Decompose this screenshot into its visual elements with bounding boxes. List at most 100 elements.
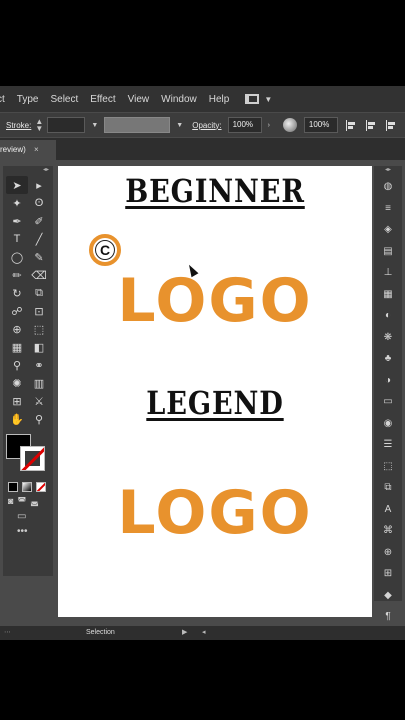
rotate-tool-icon[interactable]: ↻ bbox=[6, 284, 28, 302]
pen-tool-icon[interactable]: ✒ bbox=[6, 212, 28, 230]
appearance-panel-icon[interactable]: ◍ bbox=[374, 176, 402, 198]
perspective-grid-tool-icon[interactable]: ▦ bbox=[6, 338, 28, 356]
stroke-panel-icon[interactable]: ☰ bbox=[374, 434, 402, 456]
document-tab[interactable]: review) × bbox=[0, 140, 56, 160]
align-panel-icon[interactable]: ⊥ bbox=[374, 262, 402, 284]
opacity-chevron-right-icon[interactable]: › bbox=[268, 122, 270, 129]
menu-select[interactable]: Select bbox=[44, 94, 84, 105]
menu-window[interactable]: Window bbox=[155, 94, 203, 105]
draw-behind-icon[interactable]: ◚ bbox=[17, 496, 26, 507]
links-panel-icon[interactable]: ⊞ bbox=[374, 563, 402, 585]
artboard[interactable]: BEGINNER C LOGO LEGEND LOGO bbox=[58, 166, 372, 617]
menu-object[interactable]: ct bbox=[0, 94, 11, 105]
lasso-tool-icon[interactable]: ʘ bbox=[28, 194, 50, 212]
symbols-panel-icon[interactable]: ♣ bbox=[374, 348, 402, 370]
blend-tool-icon[interactable]: ⚭ bbox=[28, 356, 50, 374]
menu-view[interactable]: View bbox=[122, 94, 156, 105]
stroke-weight-stepper[interactable]: ▲ ▼ bbox=[34, 118, 44, 133]
paintbrush-tool-icon[interactable]: ✎ bbox=[28, 248, 50, 266]
document-tab-label: review) bbox=[0, 145, 26, 154]
gradient-panel-icon[interactable]: ▭ bbox=[374, 391, 402, 413]
glyphs-panel-icon[interactable]: ⌘ bbox=[374, 520, 402, 542]
libraries-panel-icon[interactable]: ▤ bbox=[374, 241, 402, 263]
image-trace-panel-icon[interactable]: ⊕ bbox=[374, 542, 402, 564]
pathfinder-panel-icon[interactable]: ⧉ bbox=[374, 477, 402, 499]
properties-panel-icon[interactable]: ≡ bbox=[374, 198, 402, 220]
menu-effect[interactable]: Effect bbox=[84, 94, 121, 105]
align-center-icon[interactable] bbox=[365, 119, 376, 131]
draw-inside-icon[interactable]: ◛ bbox=[30, 496, 39, 507]
close-icon[interactable]: × bbox=[34, 145, 39, 154]
panel-collapse-icon[interactable]: ◂▸ bbox=[3, 166, 53, 176]
copyright-badge[interactable]: C bbox=[89, 234, 121, 266]
heading-beginner-text: BEGINNER bbox=[125, 172, 305, 210]
status-tool-label[interactable]: Selection bbox=[86, 626, 115, 640]
scale-tool-icon[interactable]: ⧉ bbox=[28, 284, 50, 302]
zoom-readout-icon[interactable]: ⋯ bbox=[4, 626, 11, 640]
layers-panel-icon[interactable]: ◈ bbox=[374, 219, 402, 241]
gradient-mode-button[interactable] bbox=[22, 482, 32, 492]
curvature-tool-icon[interactable]: ✐ bbox=[28, 212, 50, 230]
free-transform-tool-icon[interactable]: ⊡ bbox=[28, 302, 50, 320]
status-bar: ⋯ Selection ▶ ◂ bbox=[0, 626, 405, 640]
workspace-switcher[interactable]: ▼ bbox=[245, 94, 272, 104]
fill-stroke-widget[interactable] bbox=[3, 432, 53, 478]
stroke-weight-field[interactable] bbox=[47, 117, 86, 133]
align-left-icon[interactable] bbox=[345, 119, 356, 131]
profile-dropdown-chevron-icon[interactable]: ▼ bbox=[176, 122, 183, 129]
slice-tool-icon[interactable]: ⚔ bbox=[28, 392, 50, 410]
shape-builder-tool-icon[interactable]: ⊕ bbox=[6, 320, 28, 338]
hand-tool-icon[interactable]: ✋ bbox=[6, 410, 28, 428]
chevron-down-icon: ▼ bbox=[264, 94, 273, 104]
shaper-tool-icon[interactable]: ✏ bbox=[6, 266, 28, 284]
dock-collapse-icon[interactable]: ◂▸ bbox=[374, 166, 402, 176]
brushes-panel-icon[interactable]: ❋ bbox=[374, 327, 402, 349]
menu-help[interactable]: Help bbox=[203, 94, 236, 105]
transparency-panel-icon[interactable]: ◉ bbox=[374, 413, 402, 435]
none-mode-button[interactable] bbox=[36, 482, 46, 492]
heading-legend[interactable]: LEGEND bbox=[82, 384, 349, 422]
variable-width-profile-field[interactable] bbox=[104, 117, 171, 133]
graphic-styles-panel-icon[interactable]: ◑ bbox=[374, 370, 402, 392]
gradient-tool-icon[interactable]: ◧ bbox=[28, 338, 50, 356]
chevron-left-icon[interactable]: ◂ bbox=[202, 626, 206, 640]
stroke-dropdown-chevron-icon[interactable]: ▼ bbox=[91, 122, 98, 129]
direct-selection-tool-icon[interactable]: ▸ bbox=[28, 176, 50, 194]
magic-wand-tool-icon[interactable]: ✦ bbox=[6, 194, 28, 212]
align-right-icon[interactable] bbox=[385, 119, 396, 131]
swatches-panel-icon[interactable]: ▦ bbox=[374, 284, 402, 306]
column-graph-tool-icon[interactable]: ▥ bbox=[28, 374, 50, 392]
recolor-artwork-icon[interactable] bbox=[282, 118, 297, 132]
more-tools-icon[interactable]: ••• bbox=[17, 526, 28, 537]
character-panel-icon[interactable]: A bbox=[374, 499, 402, 521]
eyedropper-tool-icon[interactable]: ⚲ bbox=[6, 356, 28, 374]
zoom-tool-icon[interactable]: ⚲ bbox=[28, 410, 50, 428]
paragraph-panel-icon[interactable]: ¶ bbox=[374, 606, 402, 628]
opacity-field[interactable]: 100% bbox=[227, 117, 262, 133]
color-mode-row bbox=[3, 482, 53, 492]
symbol-sprayer-tool-icon[interactable]: ✺ bbox=[6, 374, 28, 392]
selection-tool-icon[interactable]: ➤ bbox=[6, 176, 28, 194]
screen-mode-icon[interactable]: ▭ bbox=[17, 511, 26, 522]
ellipse-tool-icon[interactable]: ◯ bbox=[6, 248, 28, 266]
play-arrow-icon[interactable]: ▶ bbox=[182, 626, 187, 640]
color-mode-button[interactable] bbox=[8, 482, 18, 492]
zoom-field[interactable]: 100% bbox=[303, 117, 338, 133]
artboard-tool-icon[interactable]: ⊞ bbox=[6, 392, 28, 410]
line-segment-tool-icon[interactable]: ╱ bbox=[28, 230, 50, 248]
stroke-swatch[interactable] bbox=[20, 446, 45, 471]
transform-panel-icon[interactable]: ⬚ bbox=[374, 456, 402, 478]
type-tool-icon[interactable]: T bbox=[6, 230, 28, 248]
live-paint-tool-icon[interactable]: ⬚ bbox=[28, 320, 50, 338]
document-tab-bar: review) × bbox=[0, 138, 405, 160]
artboards-panel-icon[interactable]: ◆ bbox=[374, 585, 402, 607]
logo-legend[interactable]: LOGO bbox=[58, 478, 372, 548]
logo-beginner[interactable]: LOGO bbox=[58, 266, 372, 336]
eraser-tool-icon[interactable]: ⌫ bbox=[28, 266, 50, 284]
menu-type[interactable]: Type bbox=[11, 94, 45, 105]
opacity-label[interactable]: Opacity: bbox=[192, 121, 221, 130]
color-panel-icon[interactable]: ◐ bbox=[374, 305, 402, 327]
heading-beginner[interactable]: BEGINNER bbox=[82, 172, 349, 210]
warp-tool-icon[interactable]: ☍ bbox=[6, 302, 28, 320]
draw-normal-icon[interactable]: ◙ bbox=[8, 496, 13, 507]
